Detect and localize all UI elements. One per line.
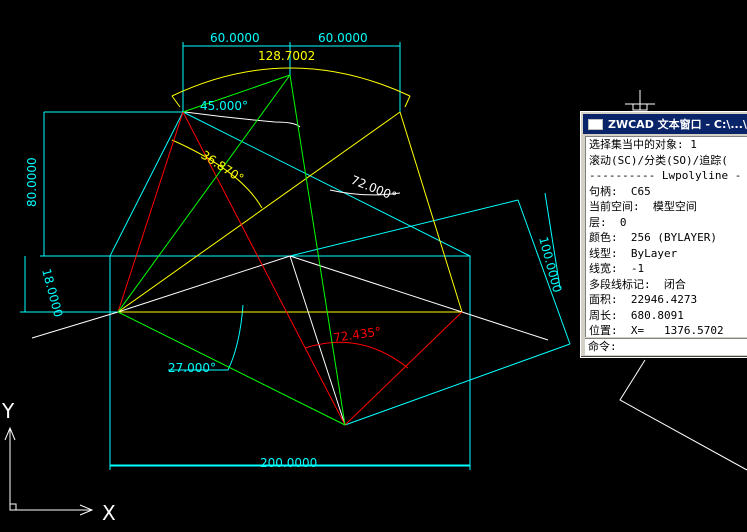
text-window-line: 多段线标记: 闭合 [589, 277, 686, 291]
text-window-line: 位置: X= 1376.5702 [589, 324, 724, 337]
right-upper-line[interactable] [289, 199, 519, 257]
dim-bottom-width: 200.0000 [260, 456, 317, 470]
green-bottom-left[interactable] [117, 311, 346, 426]
green-geometry [117, 74, 346, 426]
text-window-line: 当前空间: 模型空间 [589, 200, 697, 213]
white-left-line[interactable] [31, 311, 119, 339]
partial-shape[interactable] [619, 359, 747, 471]
white-center-line[interactable] [117, 255, 291, 313]
text-window-line: 线型: ByLayer [589, 246, 678, 260]
left-slant-line[interactable] [109, 111, 184, 257]
red-geometry [117, 111, 463, 426]
ucs-y-label: Y [1, 399, 15, 423]
white-right-line[interactable] [289, 255, 549, 341]
text-window-line: 颜色: 256 (BYLAYER) [589, 231, 717, 244]
window-icon [588, 118, 603, 130]
dim-left-height: 80.0000 [25, 157, 39, 207]
angle-36-arc[interactable] [171, 139, 263, 209]
yellow-geometry [117, 67, 463, 313]
top-diagonal-line[interactable] [182, 111, 471, 257]
right-slant-line[interactable] [517, 199, 571, 345]
dim-angle-27: 27.000° [168, 361, 216, 375]
text-window-line: 线宽: -1 [589, 262, 645, 275]
text-window-line: 周长: 680.8091 [589, 308, 684, 322]
command-line[interactable]: 命令: [585, 338, 747, 355]
text-window-line: 滚动(SC)/分类(SO)/追踪( [589, 153, 728, 167]
text-window-line: 面积: 22946.4273 [589, 293, 698, 306]
text-window-titlebar[interactable]: ZWCAD 文本窗口 - C:\...\Ca [583, 114, 747, 134]
text-window-line: 选择集当中的对象: 1 [589, 138, 697, 151]
text-window-line: 层: 0 [589, 215, 627, 229]
text-window-line: ---------- Lwpolyline - [589, 169, 742, 182]
text-window[interactable]: ZWCAD 文本窗口 - C:\...\Ca 选择集当中的对象: 1 滚动(SC)… [580, 111, 747, 358]
dim-angle-45: 45.000° [200, 99, 248, 113]
bottom-right-line[interactable] [344, 343, 571, 426]
dim-arc-length: 128.7002 [258, 49, 315, 63]
dim-angle-72-red: 72.435° [332, 324, 381, 345]
dim-angle-36: 36.870° [198, 148, 246, 186]
angle-45-arc[interactable] [184, 111, 301, 128]
base-rectangle[interactable] [109, 255, 471, 466]
dim-left-small: 18.0000 [39, 267, 65, 319]
dim-top-right-60: 60.0000 [318, 31, 368, 45]
yellow-diagonal[interactable] [117, 111, 401, 313]
dim-right-slant: 100.0000 [536, 235, 564, 294]
text-window-title: ZWCAD 文本窗口 - C:\...\Ca [608, 118, 747, 131]
dim-top-left-60: 60.0000 [210, 31, 260, 45]
red-left-slant[interactable] [117, 111, 184, 313]
angle-72-red-arc[interactable] [304, 341, 409, 369]
yellow-right-edge[interactable] [399, 111, 463, 313]
text-window-line: 句柄: C65 [589, 184, 651, 198]
text-window-output[interactable]: 选择集当中的对象: 1 滚动(SC)/分类(SO)/追踪( ---------- L… [585, 136, 747, 337]
ucs-icon [4, 426, 94, 516]
ucs-x-label: X [102, 501, 116, 525]
